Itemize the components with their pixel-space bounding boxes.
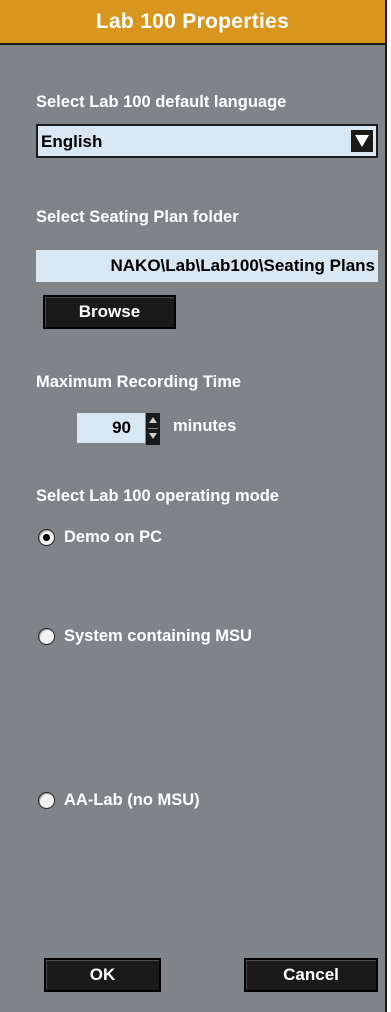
spinner-down-icon[interactable] — [149, 433, 157, 439]
recording-time-unit: minutes — [173, 417, 237, 435]
cancel-button[interactable]: Cancel — [244, 958, 378, 992]
language-label: Select Lab 100 default language — [36, 93, 287, 111]
seating-folder-label: Select Seating Plan folder — [36, 208, 239, 226]
radio-button[interactable] — [38, 792, 55, 809]
browse-button[interactable]: Browse — [43, 295, 176, 329]
properties-dialog: Lab 100 Properties Select Lab 100 defaul… — [0, 0, 387, 1012]
seating-folder-path: NAKO\Lab\Lab100\Seating Plans — [36, 250, 378, 282]
language-selected-value: English — [41, 132, 103, 151]
mode-option-label: AA-Lab (no MSU) — [64, 791, 200, 809]
recording-time-value: 90 — [112, 418, 131, 437]
mode-option-label: System containing MSU — [64, 627, 252, 645]
language-select[interactable]: English — [36, 124, 378, 158]
spinner-up-icon[interactable] — [149, 417, 157, 423]
mode-option-aa-lab[interactable]: AA-Lab (no MSU) — [38, 791, 200, 810]
recording-time-field[interactable]: 90 — [77, 413, 145, 443]
recording-time-label: Maximum Recording Time — [36, 373, 242, 391]
mode-option-label: Demo on PC — [64, 528, 163, 546]
ok-button[interactable]: OK — [44, 958, 161, 992]
mode-option-msu[interactable]: System containing MSU — [38, 627, 252, 646]
seating-folder-path-text: NAKO\Lab\Lab100\Seating Plans — [110, 256, 375, 275]
radio-button-selected[interactable] — [38, 529, 55, 546]
dialog-title: Lab 100 Properties — [0, 0, 385, 45]
radio-button[interactable] — [38, 628, 55, 645]
chevron-down-icon[interactable] — [351, 130, 373, 152]
mode-option-demo[interactable]: Demo on PC — [38, 528, 162, 547]
operating-mode-label: Select Lab 100 operating mode — [36, 487, 279, 505]
recording-time-stepper[interactable] — [146, 413, 160, 445]
